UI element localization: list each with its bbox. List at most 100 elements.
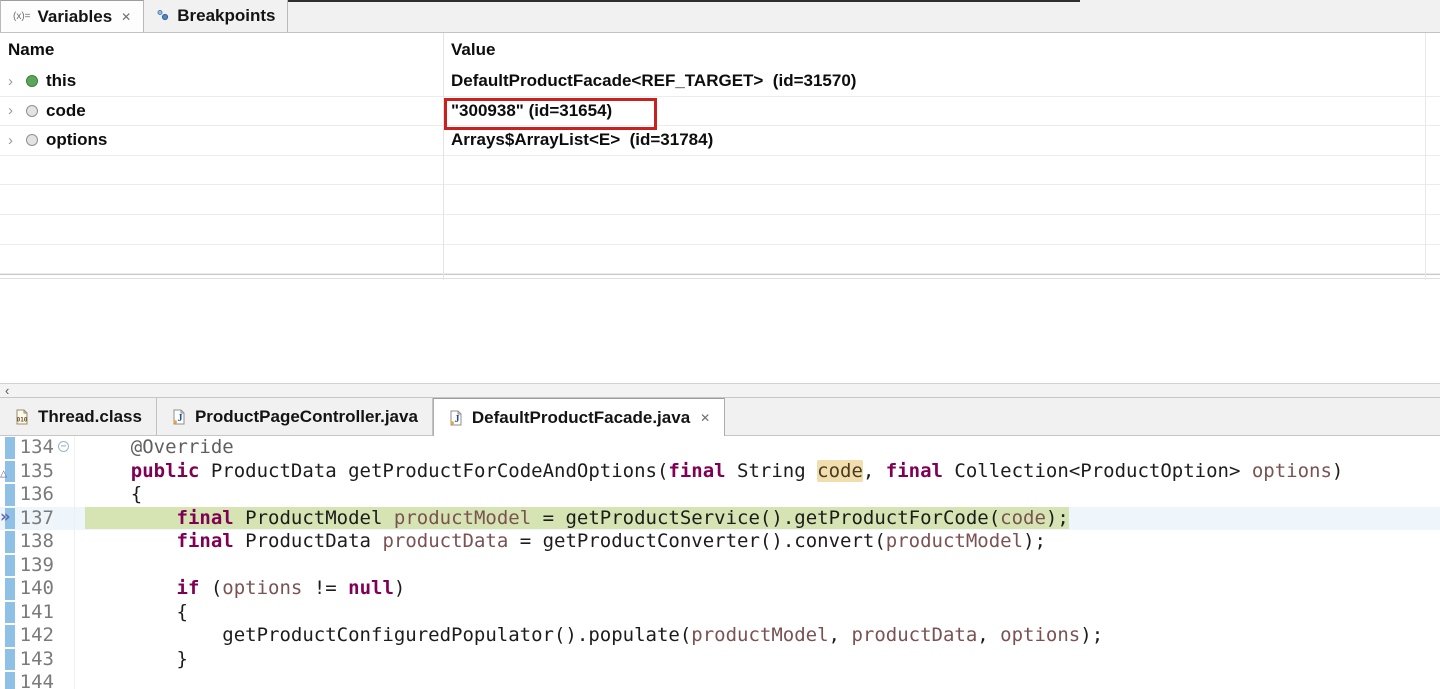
code-text[interactable]: { [74,600,1440,624]
code-line-137[interactable]: » 137 final ProductModel productModel = g… [0,506,1440,531]
variable-name-cell[interactable]: › options [0,130,443,150]
code-line-144[interactable]: 144 [0,671,1440,689]
variable-type-icon [26,75,38,88]
close-icon[interactable]: ✕ [700,411,710,425]
line-number: 138 [19,530,54,552]
svg-text:J: J [454,414,459,425]
code-token: final [885,459,943,482]
variable-name: options [46,130,108,150]
folding-ruler [56,671,74,689]
scroll-left-icon[interactable]: ‹ [0,384,9,397]
code-text[interactable]: if (options != null) [74,577,1440,601]
folding-ruler [56,601,74,625]
annotation-ruler[interactable] [0,624,16,648]
variable-name-cell[interactable]: › this [0,71,443,91]
code-text[interactable] [74,553,1440,577]
code-text[interactable]: @Override [74,436,1440,460]
code-token: , [977,624,1001,646]
tab-thread-class[interactable]: 010 Thread.class [0,398,157,435]
svg-text:J: J [177,413,182,424]
code-token: = getProductService().getProductForCode( [531,506,1001,529]
variable-name-cell[interactable]: › code [0,101,443,121]
code-text-content: { [85,483,142,505]
code-text[interactable]: public ProductData getProductForCodeAndO… [74,459,1440,483]
code-text[interactable]: { [74,483,1440,507]
code-text-content: final ProductData productData = getProdu… [85,530,1046,552]
variable-value[interactable]: Arrays$ArrayList<E> (id=31784) [443,130,713,150]
annotation-ruler[interactable] [0,577,16,601]
variable-name: this [46,71,77,91]
annotation-ruler[interactable]: △ [0,460,16,484]
variable-type-icon [26,104,38,117]
annotation-ruler[interactable] [0,483,16,507]
fold-collapse-icon[interactable]: − [58,441,69,452]
tab-variables[interactable]: (x)= Variables ✕ [0,0,145,32]
code-line-138[interactable]: 138 final ProductData productData = getP… [0,530,1440,554]
breakpoints-icon [156,8,170,25]
code-line-136[interactable]: 136 { [0,483,1440,507]
code-line-143[interactable]: 143 } [0,647,1440,672]
code-text[interactable]: final ProductModel productModel = getPro… [74,506,1440,530]
tab-defaultproductfacade[interactable]: J DefaultProductFacade.java ✕ [432,398,726,436]
line-number: 143 [19,647,54,670]
variables-icon: (x)= [13,11,31,22]
variables-hscrollbar[interactable]: ‹ [0,383,1440,398]
variable-row-options[interactable]: › options Arrays$ArrayList<E> (id=31784) [0,126,1440,156]
folding-ruler [56,554,74,578]
code-text[interactable] [74,671,1440,689]
code-token: options [222,577,303,599]
code-token: options [1251,459,1332,482]
variable-row-code[interactable]: › code "300938" (id=31654) [0,97,1440,127]
code-text[interactable]: final ProductData productData = getProdu… [74,530,1440,554]
column-divider[interactable] [443,33,444,280]
expand-chevron-icon[interactable]: › [8,73,18,90]
annotation-ruler[interactable]: » [0,507,16,531]
tab-breakpoints[interactable]: Breakpoints [144,0,289,32]
annotation-ruler[interactable] [0,530,16,554]
line-number: 139 [19,553,54,576]
code-token: ProductData getProductForCodeAndOptions( [199,459,669,482]
code-line-141[interactable]: 141 { [0,600,1440,625]
svg-text:010: 010 [17,416,28,423]
code-token: != [302,577,349,599]
variable-row-this[interactable]: › this DefaultProductFacade<REF_TARGET> (i… [0,67,1440,97]
code-editor[interactable]: 134− @Override △ 135 public ProductData ge… [0,436,1440,689]
variable-value[interactable]: DefaultProductFacade<REF_TARGET> (id=315… [443,71,856,91]
code-line-142[interactable]: 142 getProductConfiguredPopulator().popu… [0,624,1440,648]
line-number: 140 [19,577,54,599]
java-file-icon: J [450,410,462,425]
tab-breakpoints-label: Breakpoints [177,6,276,25]
annotation-ruler[interactable] [0,671,16,689]
expand-chevron-icon[interactable]: › [8,102,18,119]
code-token: productData [851,624,978,646]
code-token: String [725,459,818,482]
code-token: ProductData [233,530,383,552]
override-marker-icon: △ [0,465,8,480]
annotation-ruler[interactable] [0,601,16,625]
annotation-ruler[interactable] [0,648,16,672]
code-token: productData [382,530,509,552]
column-header-name[interactable]: Name [0,40,443,60]
tab-productpagecontroller[interactable]: J ProductPageController.java [157,398,433,435]
quickdiff-bar [5,484,15,506]
column-header-value[interactable]: Value [443,40,495,60]
close-icon[interactable]: ✕ [121,10,131,24]
code-line-139[interactable]: 139 [0,553,1440,578]
code-token: options [1000,624,1081,646]
code-text[interactable]: getProductConfiguredPopulator().populate… [74,624,1440,648]
code-text[interactable]: } [74,647,1440,671]
code-line-135[interactable]: △ 135 public ProductData getProductForCod… [0,459,1440,484]
code-line-140[interactable]: 140 if (options != null) [0,577,1440,601]
code-line-134[interactable]: 134− @Override [0,436,1440,460]
code-token: getProductConfiguredPopulator().populate… [85,624,692,646]
expand-chevron-icon[interactable]: › [8,132,18,149]
empty-row [0,185,1440,215]
annotation-ruler[interactable] [0,554,16,578]
variable-value[interactable]: "300938" (id=31654) [443,101,612,121]
annotation-ruler[interactable] [0,436,16,460]
folding-ruler [56,624,74,648]
code-token: final [176,506,234,529]
folding-ruler [56,460,74,484]
